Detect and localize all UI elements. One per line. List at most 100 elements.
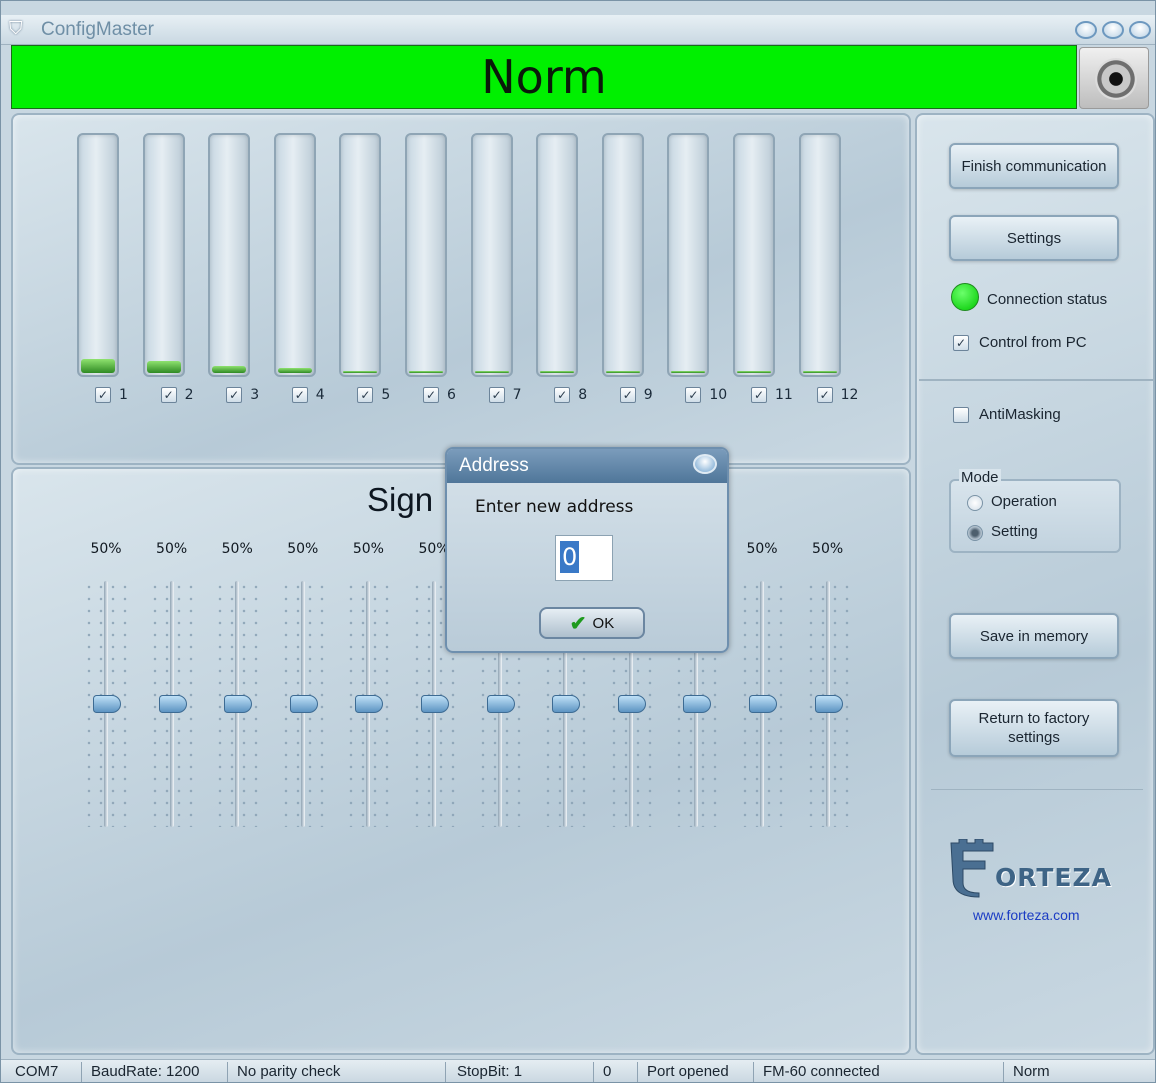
signal-slider-thumb[interactable] [486,695,515,713]
channel-checkbox-label: 7 [512,387,522,403]
forteza-logo-text: ORTEZA [995,863,1112,892]
channel-checkbox-group[interactable]: ✓ 6 [423,387,456,403]
signal-slider-thumb[interactable] [814,695,843,713]
sound-toggle-button[interactable] [1079,47,1149,109]
signal-slider-thumb[interactable] [617,695,646,713]
status-banner-text: Norm [481,50,607,104]
mode-operation-radio[interactable] [967,495,983,511]
slider-percent-label: 50% [287,541,319,557]
channel-level-bar [470,133,513,377]
channel-checkbox-label: 11 [775,387,793,403]
mode-group [949,479,1121,553]
channel-level-fill [605,371,640,373]
divider [445,1062,446,1082]
channel-checkbox[interactable]: ✓ [619,387,636,403]
channel-checkbox-group[interactable]: ✓ 2 [160,387,194,403]
channel-checkbox[interactable]: ✓ [160,387,177,403]
channel-checkbox[interactable]: ✓ [291,387,308,403]
channel-checkbox-label: 9 [643,387,653,403]
channel-level-bar [601,133,644,377]
channel-checkbox-label: 12 [840,387,859,403]
channel-checkbox-group[interactable]: ✓ 7 [488,387,522,403]
channel-checkbox[interactable]: ✓ [357,387,374,403]
status-stopbit: StopBit: 1 [457,1063,523,1080]
channel-checkbox-label: 8 [578,387,588,403]
mode-setting-label: Setting [991,523,1038,540]
channel-checkbox[interactable]: ✓ [685,387,702,403]
antimasking-checkbox[interactable] [953,407,969,423]
slider-percent-label: 50% [221,541,253,557]
antimasking-label: AntiMasking [979,406,1061,423]
channel-checkbox-group[interactable]: ✓ 1 [95,387,128,403]
signal-slider-thumb[interactable] [289,695,318,713]
signal-slider-thumb[interactable] [93,695,121,713]
channel-checkbox[interactable]: ✓ [554,387,571,403]
channel-checkbox[interactable]: ✓ [751,387,767,403]
channel-level-bar [142,133,185,377]
title-bar[interactable]: ⛉ ConfigMaster [1,15,1155,45]
channel-level-bar [667,133,710,377]
mode-setting-radio[interactable] [967,525,983,541]
status-bar: COM7 BaudRate: 1200 No parity check Stop… [1,1059,1155,1082]
signal-slider-thumb[interactable] [355,695,384,713]
app-window: ⛉ ConfigMaster Norm Sign Finish communic… [0,0,1156,1083]
signal-slider-thumb[interactable] [749,695,777,713]
channel-checkbox-group[interactable]: ✓ 5 [357,387,390,403]
status-counter: 0 [603,1063,612,1080]
status-device: FM-60 connected [763,1063,880,1080]
channel-checkbox-label: 5 [381,387,391,403]
signal-slider-thumb[interactable] [224,695,253,713]
channel-checkbox-label: 1 [119,387,128,403]
channel-level-bar [733,133,775,377]
divider [931,789,1143,790]
signal-panel-title: Sign [367,481,434,518]
close-button[interactable] [1129,21,1151,39]
signal-slider-thumb[interactable] [683,695,712,713]
forteza-website-link[interactable]: www.forteza.com [973,907,1080,923]
signal-slider-thumb[interactable] [552,695,581,713]
channel-level-bar [339,133,382,377]
status-port-state: Port opened [647,1063,729,1080]
channel-checkbox[interactable]: ✓ [816,387,833,403]
window-title: ConfigMaster [41,19,154,40]
address-dialog-close-button[interactable] [693,454,717,474]
divider [637,1062,638,1082]
channel-level-fill [81,358,115,373]
finish-communication-button[interactable]: Finish communication [949,143,1119,189]
channel-level-bar [77,133,119,377]
channel-checkbox[interactable]: ✓ [423,387,439,403]
channel-checkbox[interactable]: ✓ [95,387,111,403]
channel-checkbox-label: 4 [315,387,325,403]
channel-level-fill [409,371,443,373]
channel-level-fill [802,371,837,373]
status-state: Norm [1013,1063,1050,1080]
channel-checkbox-label: 6 [447,387,456,403]
ok-button[interactable]: ✔ OK [539,607,645,639]
channel-checkbox-group[interactable]: ✓ 4 [291,387,325,403]
signal-slider-thumb[interactable] [421,695,449,713]
settings-button[interactable]: Settings [949,215,1119,261]
status-parity: No parity check [237,1063,341,1080]
channel-checkbox-label: 2 [184,387,194,403]
save-in-memory-button[interactable]: Save in memory [949,613,1119,659]
channel-checkbox-group[interactable]: ✓ 12 [816,387,859,403]
address-dialog: Address Enter new address 0 ✔ OK [445,447,729,653]
mode-operation-label: Operation [991,493,1057,510]
factory-reset-label-line1: Return to factory [978,710,1090,727]
slider-percent-label: 50% [156,541,188,557]
channel-checkbox[interactable]: ✓ [488,387,505,403]
factory-reset-button[interactable]: Return to factory settings [949,699,1119,757]
channel-checkbox-group[interactable]: ✓ 8 [554,387,587,403]
address-dialog-title-bar[interactable]: Address [447,449,727,483]
channel-checkbox-group[interactable]: ✓ 11 [751,387,793,403]
control-from-pc-checkbox[interactable]: ✓ [953,335,969,351]
minimize-button[interactable] [1075,21,1097,39]
channel-checkbox-group[interactable]: ✓ 9 [619,387,653,403]
channel-level-fill [343,371,378,373]
maximize-button[interactable] [1102,21,1124,39]
signal-slider-thumb[interactable] [158,695,187,713]
channel-checkbox-group[interactable]: ✓ 10 [685,387,727,403]
channel-checkbox[interactable]: ✓ [226,387,243,403]
channel-checkbox-group[interactable]: ✓ 3 [226,387,259,403]
channel-level-bar [405,133,447,377]
